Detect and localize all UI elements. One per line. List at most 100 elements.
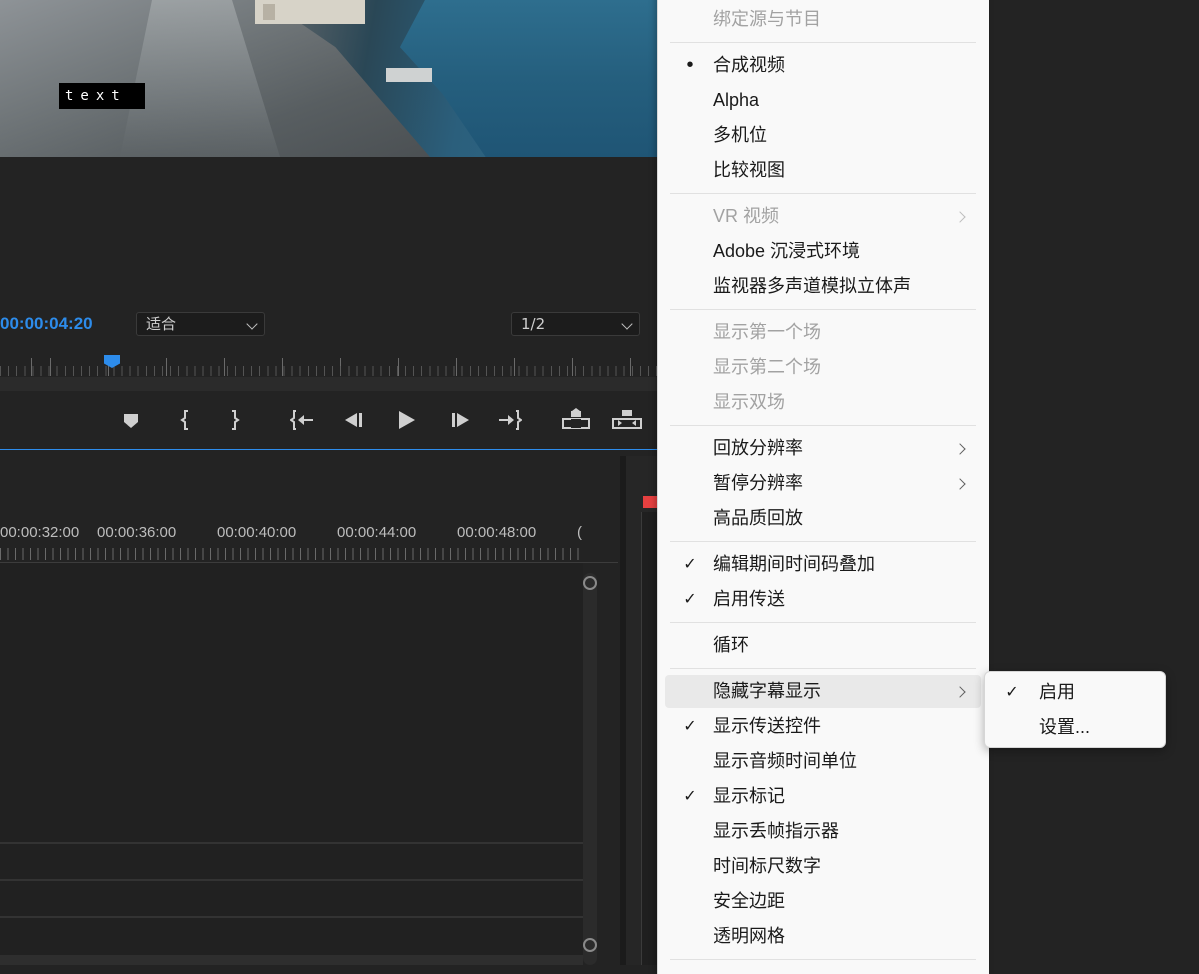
playhead-timecode[interactable]: 00:00:04:20	[0, 314, 93, 334]
menu-item-label: 显示第二个场	[713, 357, 821, 377]
timeline-time-ruler[interactable]	[0, 548, 583, 560]
menu-item-label: 隐藏字幕显示	[713, 681, 821, 701]
menu-item-high-quality-playback[interactable]: 高品质回放	[665, 502, 981, 535]
menu-item-show-transport-controls[interactable]: ✓ 显示传送控件	[665, 710, 981, 743]
menu-item-show-second-field[interactable]: 显示第二个场	[665, 351, 981, 384]
menu-separator	[670, 193, 976, 194]
menu-item-label: 显示第一个场	[713, 322, 821, 342]
menu-item-label: 安全边距	[713, 891, 785, 911]
timeline-tracks[interactable]	[0, 563, 583, 965]
program-monitor-video: text	[0, 0, 657, 157]
mark-in-icon[interactable]	[174, 408, 198, 432]
step-forward-icon[interactable]	[448, 408, 472, 432]
menu-item-bind-source-program[interactable]: 绑定源与节目	[665, 3, 981, 36]
add-marker-icon[interactable]	[119, 408, 143, 432]
menu-item-label: 合成视频	[713, 55, 785, 75]
menu-separator	[670, 668, 976, 669]
menu-item-audio-time-units[interactable]: 显示音频时间单位	[665, 745, 981, 778]
monitor-zoom-scrollbar[interactable]	[0, 377, 657, 391]
menu-item-label: 回放分辨率	[713, 438, 803, 458]
submenu-item-enable[interactable]: ✓ 启用	[989, 676, 1159, 709]
menu-item-alpha[interactable]: Alpha	[665, 84, 981, 117]
menu-item-loop[interactable]: 循环	[665, 629, 981, 662]
chevron-right-icon	[954, 211, 966, 223]
menu-item-label: 监视器多声道模拟立体声	[713, 276, 911, 296]
track-divider	[0, 879, 583, 881]
zoom-level-select[interactable]: 适合	[136, 312, 265, 336]
panel-focus-line	[0, 449, 657, 450]
timeline-vertical-scrollbar[interactable]	[583, 573, 597, 965]
menu-separator	[670, 622, 976, 623]
menu-item-composite-video[interactable]: • 合成视频	[665, 49, 981, 82]
track-divider	[0, 842, 583, 844]
playback-resolution-select[interactable]: 1/2	[511, 312, 640, 336]
menu-item-label: 时间标尺数字	[713, 856, 821, 876]
lift-icon[interactable]	[562, 408, 590, 432]
menu-separator	[670, 42, 976, 43]
menu-item-adobe-immersive[interactable]: Adobe 沉浸式环境	[665, 235, 981, 268]
checkmark-icon: ✓	[683, 591, 697, 608]
menu-separator	[670, 541, 976, 542]
menu-item-timecode-overlay[interactable]: ✓ 编辑期间时间码叠加	[665, 548, 981, 581]
menu-item-comparison-view[interactable]: 比较视图	[665, 154, 981, 187]
ruler-label: 00:00:32:00	[0, 524, 80, 541]
menu-item-label: 比较视图	[713, 160, 785, 180]
menu-item-show-markers[interactable]: ✓ 显示标记	[665, 780, 981, 813]
ruler-label: 00:00:44:00	[337, 524, 417, 541]
go-to-in-icon[interactable]	[290, 408, 314, 432]
ruler-label: 00:00:40:00	[217, 524, 297, 541]
extract-icon[interactable]	[612, 408, 642, 432]
menu-item-transparency-grid[interactable]: 透明网格	[665, 920, 981, 953]
menu-item-show-first-field[interactable]: 显示第一个场	[665, 316, 981, 349]
menu-item-playback-resolution[interactable]: 回放分辨率	[665, 432, 981, 465]
ruler-minor-ticks	[0, 366, 657, 376]
menu-item-safe-margins[interactable]: 安全边距	[665, 885, 981, 918]
context-menu: 绑定源与节目 • 合成视频 Alpha 多机位 比较视图 VR 视频 Adobe …	[657, 0, 989, 974]
playback-resolution-value: 1/2	[521, 315, 546, 333]
menu-item-multichannel-stereo[interactable]: 监视器多声道模拟立体声	[665, 270, 981, 303]
video-pier	[386, 68, 432, 82]
monitor-time-ruler[interactable]	[0, 356, 657, 378]
menu-separator	[670, 959, 976, 960]
submenu-item-settings[interactable]: 设置...	[989, 711, 1159, 744]
zoom-level-value: 适合	[146, 315, 177, 333]
menu-item-multicam[interactable]: 多机位	[665, 119, 981, 152]
menu-item-label: VR 视频	[713, 206, 780, 226]
submenu-item-label: 设置...	[1039, 717, 1091, 737]
chevron-down-icon	[621, 318, 633, 330]
scrollbar-bottom-handle[interactable]	[583, 938, 597, 952]
menu-item-vr-video[interactable]: VR 视频	[665, 200, 981, 233]
menu-item-label: 编辑期间时间码叠加	[713, 554, 875, 574]
menu-item-label: 绑定源与节目	[713, 9, 821, 29]
menu-item-dropped-frame-indicator[interactable]: 显示丢帧指示器	[665, 815, 981, 848]
go-to-out-icon[interactable]	[498, 408, 522, 432]
bullet-icon: •	[686, 54, 694, 76]
menu-item-closed-captions[interactable]: 隐藏字幕显示	[665, 675, 981, 708]
menu-item-label: 循环	[713, 635, 749, 655]
menu-item-label: 显示音频时间单位	[713, 751, 857, 771]
checkmark-icon: ✓	[683, 788, 697, 805]
menu-item-label: 暂停分辨率	[713, 473, 803, 493]
menu-item-enable-transmit[interactable]: ✓ 启用传送	[665, 583, 981, 616]
menu-item-label: 多机位	[713, 125, 767, 145]
menu-item-label: 显示标记	[713, 786, 785, 806]
menu-item-show-both-fields[interactable]: 显示双场	[665, 386, 981, 419]
menu-item-time-ruler-numbers[interactable]: 时间标尺数字	[665, 850, 981, 883]
scrollbar-top-handle[interactable]	[583, 576, 597, 590]
chevron-right-icon	[954, 478, 966, 490]
track-divider	[0, 916, 583, 918]
menu-item-label: 高品质回放	[713, 508, 803, 528]
chevron-right-icon	[954, 686, 966, 698]
menu-item-label: 启用传送	[713, 589, 785, 609]
step-back-icon[interactable]	[342, 408, 366, 432]
closed-captions-submenu: ✓ 启用 设置...	[984, 671, 1166, 748]
timeline-horizontal-scrollbar[interactable]	[0, 955, 583, 965]
submenu-item-label: 启用	[1039, 682, 1075, 702]
chevron-down-icon	[246, 318, 258, 330]
menu-item-label: 显示传送控件	[713, 716, 821, 736]
mark-out-icon[interactable]	[222, 408, 246, 432]
menu-item-label: 显示丢帧指示器	[713, 821, 839, 841]
video-castle	[255, 0, 365, 24]
menu-item-paused-resolution[interactable]: 暂停分辨率	[665, 467, 981, 500]
play-icon[interactable]	[394, 408, 418, 432]
